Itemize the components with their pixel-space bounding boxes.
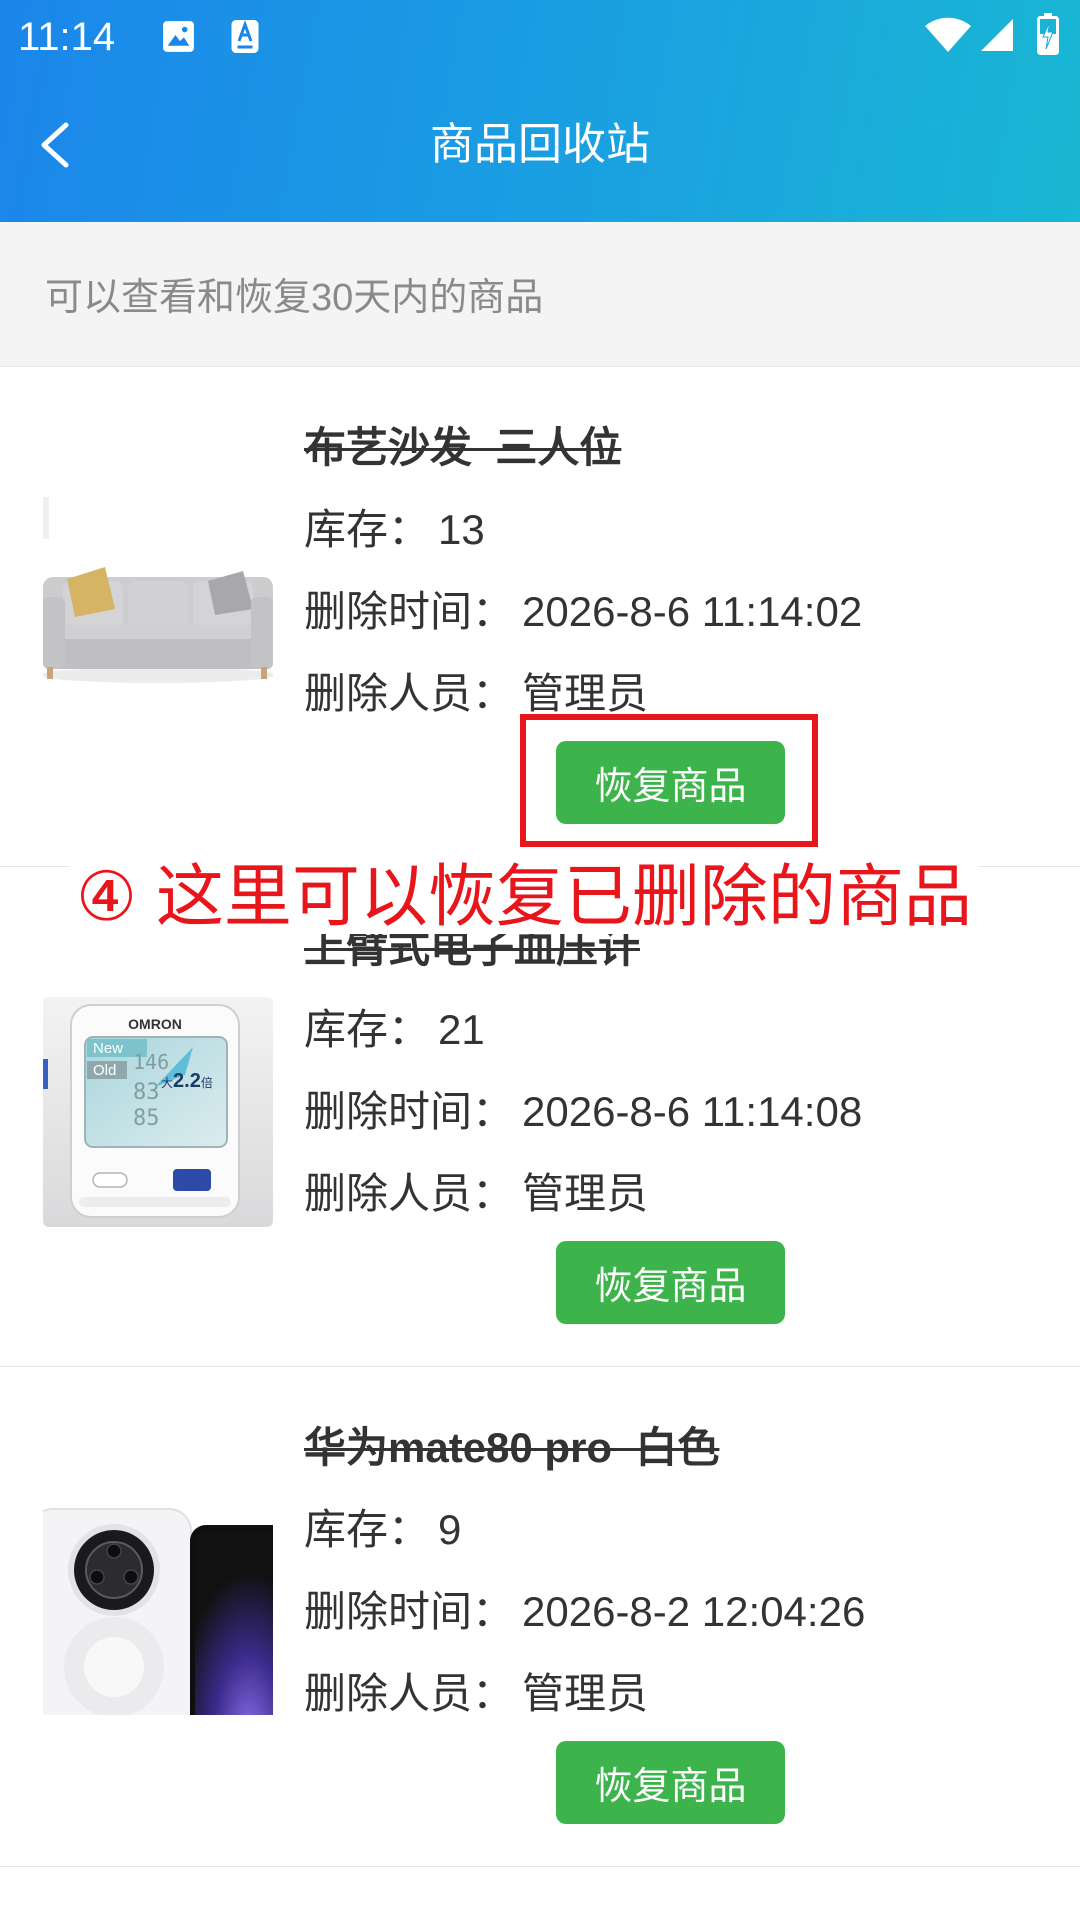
deleted-by-value: 管理员 [522, 1670, 649, 1717]
restore-product-button[interactable]: 恢复商品 [556, 1741, 785, 1824]
stock-row: 库存： 21 [304, 989, 1064, 1071]
lcd-reading-mid: 83 [133, 1080, 160, 1105]
product-thumbnail [43, 1497, 273, 1727]
lcd-old-label: Old [93, 1062, 116, 1079]
wifi-icon [925, 17, 971, 52]
brand-logo: OMRON [128, 1016, 182, 1032]
restore-product-button[interactable]: 恢复商品 [556, 1241, 785, 1324]
product-thumbnail: OMRON New Old 146 83 85 大2.2倍 [43, 997, 273, 1227]
delete-time-row: 删除时间： 2026-8-6 11:14:02 [304, 571, 1064, 653]
smartphone-image [43, 1497, 273, 1727]
deleted-by-row: 删除人员： 管理员 [304, 1653, 1064, 1735]
delete-time-row: 删除时间： 2026-8-6 11:14:08 [304, 1071, 1064, 1153]
delete-time-label: 删除时间： [304, 588, 515, 635]
delete-time-label: 删除时间： [304, 1088, 515, 1135]
stock-row: 库存： 9 [304, 1489, 1064, 1571]
status-time: 11:14 [18, 15, 116, 59]
gallery-icon [163, 21, 194, 52]
battery-charging-icon [1037, 13, 1059, 55]
deleted-by-value: 管理员 [522, 670, 649, 717]
delete-time-value: 2026-8-6 11:14:02 [522, 588, 863, 635]
product-title: 布艺沙发 三人位 [304, 424, 622, 471]
deleted-by-label: 删除人员： [304, 1670, 515, 1717]
delete-time-value: 2026-8-2 12:04:26 [522, 1588, 866, 1635]
stock-label: 库存： [304, 1506, 431, 1553]
lcd-reading-top: 146 [133, 1050, 169, 1074]
signal-icon [981, 19, 1013, 51]
product-item: OMRON New Old 146 83 85 大2.2倍 上臂式电子血压计 库… [0, 867, 1080, 1367]
deleted-by-label: 删除人员： [304, 670, 515, 717]
deleted-by-value: 管理员 [522, 1170, 649, 1217]
deleted-by-label: 删除人员： [304, 1170, 515, 1217]
annotation-highlight-box [520, 714, 818, 847]
app-header: 11:14 商品回收站 [0, 0, 1080, 222]
page-title: 商品回收站 [430, 120, 650, 169]
notice-bar: 可以查看和恢复30天内的商品 [0, 222, 1080, 367]
lcd-reading-low: 85 [133, 1106, 160, 1131]
blood-pressure-monitor-image: OMRON New Old 146 83 85 大2.2倍 [43, 997, 273, 1227]
stock-value: 9 [438, 1506, 462, 1553]
delete-time-label: 删除时间： [304, 1588, 515, 1635]
stock-label: 库存： [304, 1006, 431, 1053]
lcd-new-label: New [93, 1040, 123, 1057]
product-item: 华为mate80 pro 白色 库存： 9 删除时间： 2026-8-2 12:04… [0, 1367, 1080, 1867]
stock-label: 库存： [304, 506, 431, 553]
annotation-text: ④ 这里可以恢复已删除的商品 [70, 860, 978, 934]
stock-value: 13 [438, 506, 485, 553]
delete-time-row: 删除时间： 2026-8-2 12:04:26 [304, 1571, 1064, 1653]
delete-time-value: 2026-8-6 11:14:08 [522, 1088, 863, 1135]
sofa-image [43, 497, 273, 727]
stock-value: 21 [438, 1006, 485, 1053]
product-thumbnail [43, 497, 273, 727]
app-notification-icon [231, 20, 259, 53]
stock-row: 库存： 13 [304, 489, 1064, 571]
product-title: 华为mate80 pro 白色 [304, 1424, 720, 1471]
deleted-by-row: 删除人员： 管理员 [304, 1153, 1064, 1235]
notice-text: 可以查看和恢复30天内的商品 [45, 277, 544, 319]
